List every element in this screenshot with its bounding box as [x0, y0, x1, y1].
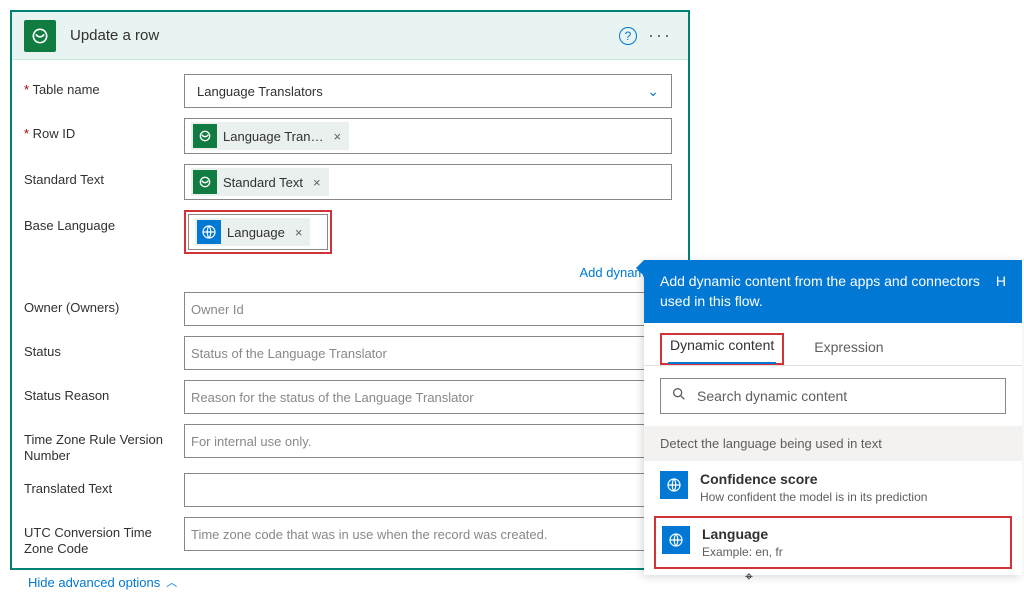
- table-name-value: Language Translators: [197, 84, 323, 99]
- panel-pointer: [636, 260, 644, 276]
- highlight-frame: Language Example: en, fr: [654, 516, 1012, 569]
- panel-header: Add dynamic content from the apps and co…: [644, 260, 1022, 323]
- dataverse-token-icon: [193, 170, 217, 194]
- help-icon[interactable]: ?: [612, 20, 644, 52]
- card-title: Update a row: [70, 27, 612, 44]
- dc-item-language[interactable]: Language Example: en, fr: [656, 518, 1010, 567]
- search-icon: [671, 386, 687, 407]
- owner-placeholder: Owner Id: [191, 302, 244, 317]
- standard-text-label: Standard Text: [24, 164, 184, 188]
- token-label: Standard Text: [223, 175, 303, 190]
- tab-dynamic-content[interactable]: Dynamic content: [668, 331, 776, 363]
- token-label: Language Tran…: [223, 129, 323, 144]
- token-remove-icon[interactable]: ×: [329, 129, 341, 144]
- token-remove-icon[interactable]: ×: [309, 175, 321, 190]
- base-language-label: Base Language: [24, 210, 184, 234]
- dataverse-token-icon: [193, 124, 217, 148]
- panel-tabs: Dynamic content Expression: [644, 323, 1022, 366]
- standard-text-field[interactable]: Standard Text ×: [184, 164, 672, 200]
- base-language-field[interactable]: Language ×: [188, 214, 328, 250]
- row-id-label: Row ID: [24, 118, 184, 142]
- tz-rule-placeholder: For internal use only.: [191, 434, 311, 449]
- search-input[interactable]: Search dynamic content: [660, 378, 1006, 414]
- status-label: Status: [24, 336, 184, 360]
- dc-item-subtitle: How confident the model is in its predic…: [700, 490, 927, 504]
- row-id-field[interactable]: Language Tran… ×: [184, 118, 672, 154]
- row-id-token[interactable]: Language Tran… ×: [191, 122, 349, 150]
- status-reason-placeholder: Reason for the status of the Language Tr…: [191, 390, 474, 405]
- dc-group-header: Detect the language being used in text: [644, 426, 1022, 461]
- dc-item-confidence-score[interactable]: Confidence score How confident the model…: [644, 461, 1022, 514]
- translated-text-field[interactable]: [184, 473, 672, 507]
- status-reason-field[interactable]: Reason for the status of the Language Tr…: [184, 380, 672, 414]
- status-reason-label: Status Reason: [24, 380, 184, 404]
- tz-rule-field[interactable]: For internal use only.: [184, 424, 672, 458]
- hide-advanced-label: Hide advanced options: [28, 575, 160, 590]
- chevron-down-icon: ⌄: [647, 83, 659, 100]
- tab-expression[interactable]: Expression: [812, 333, 885, 365]
- action-card: Update a row ? ··· Table name Language T…: [10, 10, 690, 570]
- token-remove-icon[interactable]: ×: [291, 225, 303, 240]
- ai-icon: [660, 471, 688, 499]
- language-token[interactable]: Language ×: [195, 218, 310, 246]
- card-body: Table name Language Translators ⌄ Row ID…: [12, 60, 688, 600]
- owner-label: Owner (Owners): [24, 292, 184, 316]
- dataverse-icon: [24, 20, 56, 52]
- ai-icon: [662, 526, 690, 554]
- utc-label: UTC Conversion Time Zone Code: [24, 517, 184, 556]
- dc-item-title: Language: [702, 526, 783, 543]
- dc-item-title: Confidence score: [700, 471, 927, 488]
- dynamic-content-panel: Add dynamic content from the apps and co…: [644, 260, 1022, 575]
- highlight-frame: Language ×: [184, 210, 332, 254]
- table-name-label: Table name: [24, 74, 184, 98]
- more-icon[interactable]: ···: [644, 20, 676, 52]
- hide-advanced-link[interactable]: Hide advanced options ︿: [28, 574, 177, 590]
- utc-placeholder: Time zone code that was in use when the …: [191, 527, 547, 542]
- panel-hide-link[interactable]: H: [996, 272, 1006, 311]
- search-placeholder: Search dynamic content: [697, 388, 847, 404]
- table-name-select[interactable]: Language Translators ⌄: [184, 74, 672, 108]
- tz-rule-label: Time Zone Rule Version Number: [24, 424, 184, 463]
- highlight-frame: Dynamic content: [660, 333, 784, 365]
- owner-field[interactable]: Owner Id: [184, 292, 672, 326]
- status-field[interactable]: Status of the Language Translator: [184, 336, 672, 370]
- utc-field[interactable]: Time zone code that was in use when the …: [184, 517, 672, 551]
- translated-text-label: Translated Text: [24, 473, 184, 497]
- card-header: Update a row ? ···: [12, 12, 688, 60]
- chevron-up-icon: ︿: [166, 574, 177, 590]
- token-label: Language: [227, 225, 285, 240]
- standard-text-token[interactable]: Standard Text ×: [191, 168, 329, 196]
- ai-language-icon: [197, 220, 221, 244]
- dc-item-subtitle: Example: en, fr: [702, 545, 783, 559]
- status-placeholder: Status of the Language Translator: [191, 346, 387, 361]
- panel-header-text: Add dynamic content from the apps and co…: [660, 272, 984, 311]
